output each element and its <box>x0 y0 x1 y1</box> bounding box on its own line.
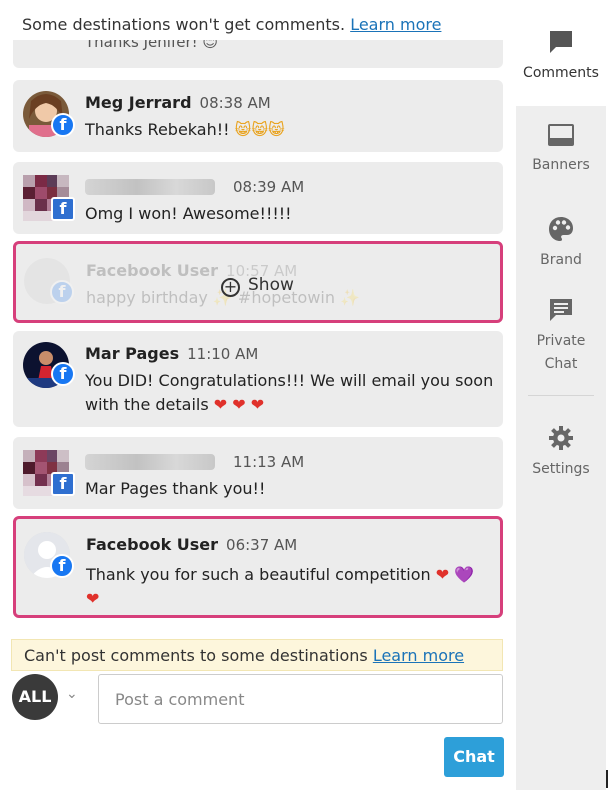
comment-time: 08:38 AM <box>199 94 271 112</box>
gear-icon <box>549 426 573 450</box>
plus-circle-icon: + <box>221 278 240 297</box>
learn-more-link[interactable]: Learn more <box>350 15 441 34</box>
heart-emoji-icon: ❤ ❤ ❤ <box>213 395 265 414</box>
comment-text: Mar Pages thank you!! <box>85 479 266 498</box>
comment-time: 06:37 AM <box>226 536 298 554</box>
comment-author: 11:13 AM <box>225 452 304 471</box>
sidebar-item-brand[interactable]: Brand <box>516 215 606 272</box>
sidebar-item-label: Private Chat <box>536 333 586 372</box>
comment-card-partial: Thanks Jenifer! 😊 <box>13 40 503 68</box>
destinations-notice: Some destinations won't get comments. Le… <box>22 15 441 34</box>
comment-time: 08:39 AM <box>233 178 305 196</box>
sidebar-item-comments[interactable]: Comments <box>516 14 606 106</box>
sidebar-item-label: Brand <box>540 252 582 268</box>
show-label: Show <box>248 275 294 295</box>
show-hidden-comment-button[interactable]: + Show <box>221 275 294 297</box>
comment-card: f 08:39 AM Omg I won! Awesome!!!!! <box>13 162 503 234</box>
comment-author: Facebook User 06:37 AM <box>86 535 297 554</box>
cant-post-notice: Can't post comments to some destinations… <box>11 639 503 671</box>
comment-card: f Mar Pages 11:10 AM You DID! Congratulat… <box>13 331 503 427</box>
author-name: Facebook User <box>86 535 219 554</box>
chat-panel: Some destinations won't get comments. Le… <box>0 0 516 790</box>
blurred-author-name <box>85 179 215 195</box>
comment-time: 11:10 AM <box>187 345 259 363</box>
comment-card-highlighted: f Facebook User 06:37 AM Thank you for su… <box>13 516 503 618</box>
cant-post-notice-text: Can't post comments to some destinations <box>24 646 373 665</box>
cat-emoji-icon: 😸😸😸 <box>234 120 285 139</box>
facebook-icon: f <box>51 113 75 137</box>
comment-author: Mar Pages 11:10 AM <box>85 344 258 363</box>
comment-body: You DID! Congratulations!!! We will emai… <box>85 371 494 414</box>
comment-author: 08:39 AM <box>225 177 304 196</box>
comment-text: You DID! Congratulations!!! We will emai… <box>85 369 497 417</box>
sidebar-divider <box>528 395 594 396</box>
chat-send-button[interactable]: Chat <box>444 737 504 777</box>
facebook-icon: f <box>51 472 75 496</box>
sidebar-item-private-chat[interactable]: Private Chat <box>516 296 606 376</box>
facebook-icon: f <box>50 554 74 578</box>
blurred-author-name <box>85 454 215 470</box>
sidebar-item-label: Banners <box>532 157 590 173</box>
author-name: Meg Jerrard <box>85 93 192 112</box>
destinations-notice-text: Some destinations won't get comments. <box>22 15 351 34</box>
comment-text: Thank you for such a beautiful competiti… <box>86 563 486 611</box>
heart-emoji-icon: ❤ <box>86 589 100 608</box>
purple-heart-emoji-icon: 💜 <box>454 565 475 584</box>
comment-text: Thanks Jenifer! 😊 <box>85 40 219 51</box>
post-comment-input[interactable] <box>98 674 503 724</box>
sidebar-item-label: Comments <box>523 65 599 81</box>
hidden-comment-card[interactable]: f Facebook User 10:57 AM happy birthday ✨… <box>13 241 503 323</box>
author-name: Facebook User <box>86 261 219 280</box>
comment-icon <box>550 31 572 53</box>
sidebar-item-label: Settings <box>532 461 590 477</box>
comment-text: Omg I won! Awesome!!!!! <box>85 204 292 223</box>
sidebar-item-banners[interactable]: Banners <box>516 122 606 177</box>
comment-author: Meg Jerrard 08:38 AM <box>85 93 271 112</box>
private-chat-icon <box>550 299 572 321</box>
destination-selector-button[interactable]: ALL <box>12 674 58 720</box>
author-name: Mar Pages <box>85 344 180 363</box>
sidebar: Comments Banners Brand Private Chat Sett… <box>516 14 606 790</box>
facebook-icon: f <box>51 362 75 386</box>
comment-card: f 11:13 AM Mar Pages thank you!! <box>13 437 503 509</box>
facebook-icon: f <box>51 197 75 221</box>
comment-time: 11:13 AM <box>233 453 305 471</box>
comment-text: Thanks Rebekah!! 😸😸😸 <box>85 118 285 142</box>
banner-icon <box>548 124 574 146</box>
heart-emoji-icon: ❤ <box>435 565 450 584</box>
comment-body: Thank you for such a beautiful competiti… <box>86 565 431 584</box>
comment-body: Thanks Rebekah!! <box>85 120 230 139</box>
chevron-down-icon[interactable]: ⌄ <box>66 686 78 702</box>
learn-more-link[interactable]: Learn more <box>373 646 464 665</box>
facebook-icon: f <box>50 280 74 304</box>
sidebar-item-settings[interactable]: Settings <box>516 424 606 481</box>
comment-card: f Meg Jerrard 08:38 AM Thanks Rebekah!! 😸… <box>13 80 503 152</box>
palette-icon <box>549 217 573 241</box>
